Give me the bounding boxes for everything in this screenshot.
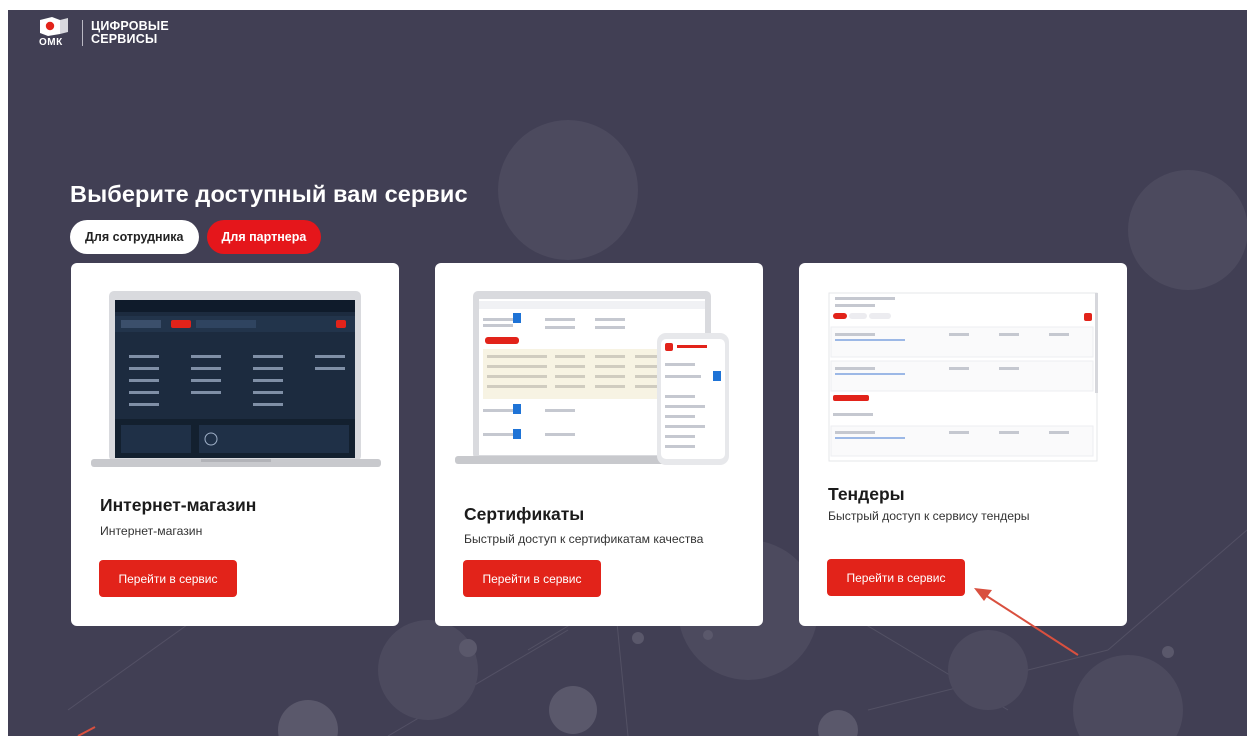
shop-preview-image: [91, 291, 381, 467]
brand-sub: ОМК: [39, 37, 63, 48]
open-certificates-button[interactable]: Перейти в сервис: [463, 560, 601, 597]
audience-tabs: Для сотрудника Для партнера: [70, 220, 322, 254]
tenders-preview-image: [828, 292, 1098, 462]
page-title: Выберите доступный вам сервис: [70, 181, 468, 207]
brand-name: ЦИФРОВЫЕ СЕРВИСЫ: [91, 20, 169, 46]
service-card-shop: Интернет-магазин Интернет-магазин Перейт…: [71, 263, 399, 626]
service-card-tenders: Тендеры Быстрый доступ к сервису тендеры…: [799, 263, 1127, 626]
logo-divider: [82, 20, 83, 46]
tab-partner[interactable]: Для партнера: [206, 220, 322, 254]
brand-logo[interactable]: ОМК ЦИФРОВЫЕ СЕРВИСЫ: [38, 16, 169, 50]
hero-section: ОМК ЦИФРОВЫЕ СЕРВИСЫ Выберите доступный …: [8, 10, 1247, 736]
card-desc-shop: Интернет-магазин: [100, 524, 203, 538]
card-title-tenders: Тендеры: [828, 484, 905, 504]
card-title-certificates: Сертификаты: [464, 504, 585, 524]
page: ОМК ЦИФРОВЫЕ СЕРВИСЫ Выберите доступный …: [0, 0, 1247, 736]
open-shop-button[interactable]: Перейти в сервис: [99, 560, 237, 597]
card-desc-certificates: Быстрый доступ к сертификатам качества: [464, 532, 704, 546]
card-desc-tenders: Быстрый доступ к сервису тендеры: [828, 509, 1030, 523]
tab-employee[interactable]: Для сотрудника: [70, 220, 199, 254]
card-title-shop: Интернет-магазин: [100, 495, 257, 515]
omk-logo-icon: ОМК: [38, 16, 74, 50]
certificates-preview-image: [455, 291, 729, 465]
open-tenders-button[interactable]: Перейти в сервис: [827, 559, 965, 596]
service-card-certificates: Сертификаты Быстрый доступ к сертификата…: [435, 263, 763, 626]
brand-name-line2: СЕРВИСЫ: [91, 32, 158, 46]
